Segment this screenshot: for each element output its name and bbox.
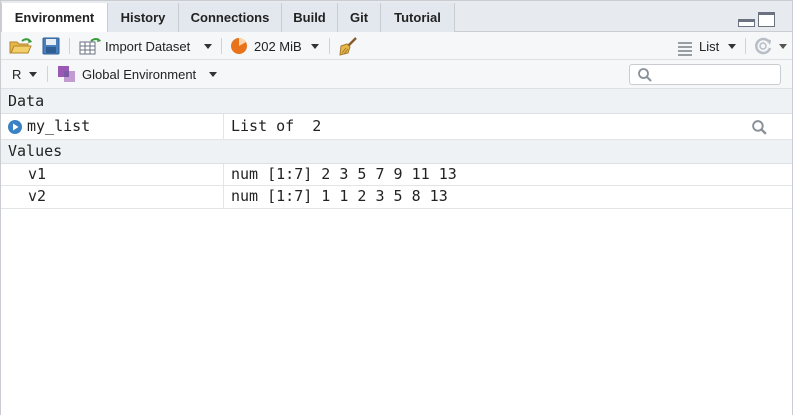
memory-usage-label[interactable]: 202 MiB <box>254 39 302 54</box>
memory-usage-icon[interactable] <box>229 36 249 56</box>
tab-connections[interactable]: Connections <box>179 3 282 32</box>
value-row-name-cell: v1 <box>1 164 224 185</box>
toolbar-separator <box>69 38 70 54</box>
variable-name: my_list <box>27 117 91 135</box>
import-dataset-icon[interactable] <box>78 36 104 56</box>
tab-environment[interactable]: Environment <box>1 3 108 33</box>
maximize-pane-icon[interactable] <box>758 12 775 27</box>
chevron-down-icon[interactable] <box>204 44 212 49</box>
table-row[interactable]: v2 num [1:7] 1 1 2 3 5 8 13 <box>1 186 792 209</box>
data-row[interactable]: my_list List of 2 <box>1 114 792 140</box>
tab-history[interactable]: History <box>108 3 179 32</box>
search-input[interactable] <box>656 67 776 82</box>
view-data-search-icon[interactable] <box>751 119 768 136</box>
main-toolbar: Import Dataset 202 MiB List <box>1 32 792 60</box>
environment-search[interactable] <box>629 64 781 85</box>
language-dropdown[interactable]: R <box>12 67 21 82</box>
tab-git[interactable]: Git <box>338 3 381 32</box>
chevron-down-icon[interactable] <box>29 72 37 77</box>
search-icon <box>638 68 652 82</box>
expand-play-icon[interactable] <box>7 119 23 135</box>
data-row-name-cell: my_list <box>1 114 224 139</box>
refresh-icon[interactable] <box>753 36 775 56</box>
variable-name: v1 <box>28 165 47 183</box>
clear-workspace-broom-icon[interactable] <box>337 36 359 56</box>
tab-tutorial[interactable]: Tutorial <box>381 3 455 32</box>
toolbar-separator <box>47 66 48 82</box>
chevron-down-icon[interactable] <box>209 72 217 77</box>
view-mode-dropdown[interactable]: List <box>699 39 719 54</box>
chevron-down-icon[interactable] <box>728 44 736 49</box>
save-icon[interactable] <box>41 36 61 56</box>
variable-value: num [1:7] 2 3 5 7 9 11 13 <box>231 165 457 183</box>
environment-pane: Environment History Connections Build Gi… <box>0 0 793 415</box>
variable-name: v2 <box>28 187 47 205</box>
variable-value: num [1:7] 1 1 2 3 5 8 13 <box>231 187 448 205</box>
open-folder-icon[interactable] <box>8 36 34 56</box>
tab-build[interactable]: Build <box>282 3 338 32</box>
environment-content: Data my_list List of 2 Values v1 num [1:… <box>1 89 792 415</box>
tab-bar: Environment History Connections Build Gi… <box>1 1 792 33</box>
environment-stack-icon <box>58 66 75 82</box>
environment-toolbar: R Global Environment <box>1 60 792 89</box>
window-controls <box>738 12 780 28</box>
import-dataset-button[interactable]: Import Dataset <box>105 39 190 54</box>
chevron-down-icon[interactable] <box>779 44 787 49</box>
section-header-data: Data <box>1 89 792 114</box>
list-view-icon[interactable] <box>677 38 693 58</box>
toolbar-separator <box>221 38 222 54</box>
variable-value: List of 2 <box>231 117 322 135</box>
minimize-pane-icon[interactable] <box>738 19 755 27</box>
chevron-down-icon[interactable] <box>311 44 319 49</box>
value-row-name-cell: v2 <box>1 186 224 208</box>
global-environment-dropdown[interactable]: Global Environment <box>82 67 196 82</box>
section-header-values: Values <box>1 140 792 164</box>
toolbar-separator <box>329 38 330 54</box>
toolbar-separator <box>745 38 746 54</box>
table-row[interactable]: v1 num [1:7] 2 3 5 7 9 11 13 <box>1 164 792 186</box>
